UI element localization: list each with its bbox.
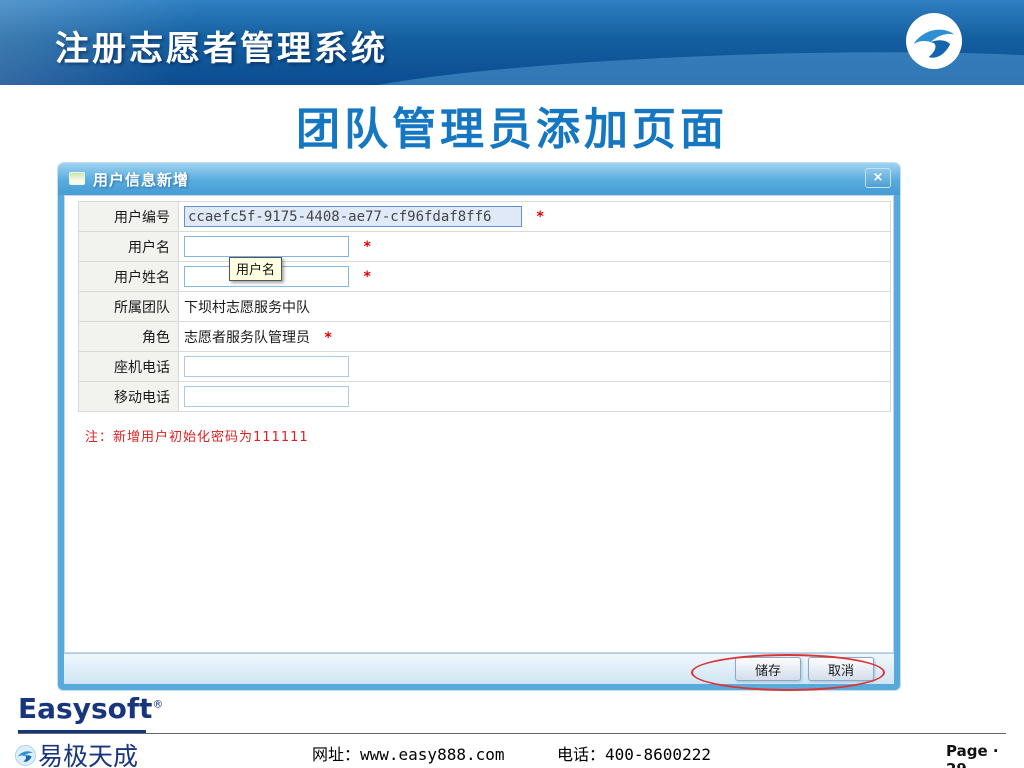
table-row: 用户姓名 * bbox=[78, 261, 891, 292]
team-value: 下坝村志愿服务中队 bbox=[178, 291, 891, 322]
brand-swoosh-icon bbox=[906, 13, 962, 69]
close-icon[interactable]: × bbox=[865, 168, 891, 188]
brand-swoosh-small-icon bbox=[15, 744, 36, 766]
field-label-username: 用户名 bbox=[78, 231, 179, 262]
dialog-title: 用户信息新增 bbox=[93, 171, 190, 189]
required-asterisk: * bbox=[363, 268, 371, 285]
mobile-phone-field[interactable] bbox=[184, 386, 349, 407]
page-number: Page · 29 bbox=[946, 742, 999, 768]
table-row: 用户名 * bbox=[78, 231, 891, 262]
role-value: 志愿者服务队管理员 bbox=[184, 329, 310, 346]
field-label-fullname: 用户姓名 bbox=[78, 261, 179, 292]
username-tooltip: 用户名 bbox=[229, 257, 283, 281]
required-asterisk: * bbox=[536, 208, 544, 225]
table-row: 用户编号 * bbox=[78, 201, 891, 232]
table-row: 移动电话 bbox=[78, 381, 891, 412]
form-window-icon bbox=[69, 172, 85, 185]
username-field[interactable] bbox=[184, 236, 349, 257]
dialog-button-bar: 储存 取消 bbox=[64, 653, 894, 684]
user-info-add-dialog: 用户信息新增 × 用户编号 * 用户名 bbox=[58, 163, 900, 691]
dialog-titlebar[interactable]: 用户信息新增 × bbox=[58, 163, 900, 195]
field-label-team: 所属团队 bbox=[78, 291, 179, 322]
brand-name-cn: 易极天成 bbox=[15, 737, 138, 768]
table-row: 角色 志愿者服务队管理员 * bbox=[78, 321, 891, 352]
dialog-content: 用户编号 * 用户名 * 用户姓名 bbox=[64, 195, 894, 653]
brand-name-en: Easysoft® bbox=[18, 692, 164, 725]
registered-mark: ® bbox=[152, 697, 164, 711]
footer-website: 网址：www.easy888.com bbox=[312, 745, 505, 764]
required-asterisk: * bbox=[324, 329, 332, 346]
app-header: 注册志愿者管理系统 bbox=[0, 0, 1024, 85]
table-row: 座机电话 bbox=[78, 351, 891, 382]
page-title: 团队管理员添加页面 bbox=[296, 104, 728, 155]
required-asterisk: * bbox=[363, 238, 371, 255]
slide-page: 注册志愿者管理系统 团队管理员添加页面 用户信息新增 × 用户编号 * bbox=[0, 0, 1024, 768]
save-button[interactable]: 储存 bbox=[735, 657, 801, 681]
user-form-table: 用户编号 * 用户名 * 用户姓名 bbox=[78, 201, 891, 412]
field-label-mobile: 移动电话 bbox=[78, 381, 179, 412]
table-row: 所属团队 下坝村志愿服务中队 bbox=[78, 291, 891, 322]
app-title: 注册志愿者管理系统 bbox=[55, 29, 388, 69]
field-label-role: 角色 bbox=[78, 321, 179, 352]
dialog-body: 用户编号 * 用户名 * 用户姓名 bbox=[58, 195, 900, 690]
password-note: 注：新增用户初始化密码为111111 bbox=[85, 430, 309, 445]
field-label-user-id: 用户编号 bbox=[78, 201, 179, 232]
footer-divider bbox=[18, 733, 1006, 734]
landline-phone-field[interactable] bbox=[184, 356, 349, 377]
field-label-landline: 座机电话 bbox=[78, 351, 179, 382]
footer-phone: 电话：400-8600222 bbox=[557, 745, 711, 764]
user-id-field[interactable] bbox=[184, 206, 522, 227]
cancel-button[interactable]: 取消 bbox=[808, 657, 874, 681]
